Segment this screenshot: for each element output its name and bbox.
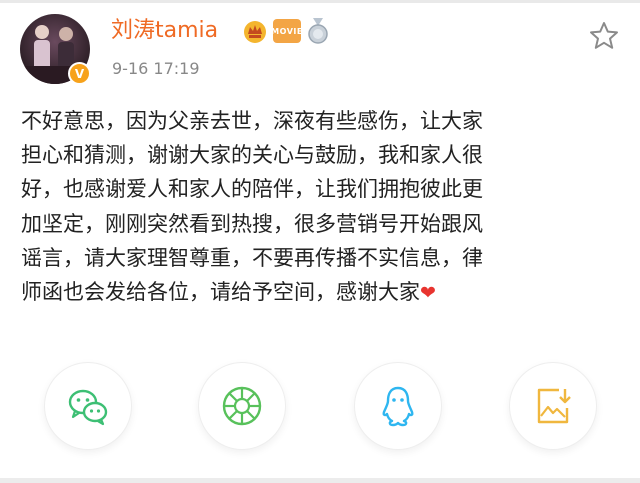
qq-icon [382,386,414,427]
medal-badge-icon [308,18,328,44]
save-image-icon [537,388,571,424]
heart-icon: ❤ [420,281,436,304]
post-line-text: 师函也会发给各位，请给予空间，感谢大家 [21,279,420,304]
post-timestamp: 9-16 17:19 [112,59,200,78]
top-divider [0,0,640,3]
favorite-star-icon[interactable] [588,20,620,52]
crown-badge-icon [244,21,266,43]
username[interactable]: 刘涛tamia [111,17,218,45]
share-qq-button[interactable] [354,362,442,450]
share-moments-button[interactable] [198,362,286,450]
post-text: 不好意思，因为父亲去世，深夜有些感伤，让大家 担心和猜测，谢谢大家的关心与鼓励，… [21,104,621,309]
bottom-divider [0,478,640,483]
user-badges: MOVIE [242,16,330,46]
moments-icon [222,386,262,426]
post-line: 师函也会发给各位，请给予空间，感谢大家❤ [21,275,621,309]
movie-badge-icon: MOVIE [271,19,302,43]
post-line: 好，也感谢爱人和家人的陪伴，让我们拥抱彼此更 [21,177,483,202]
share-bar [0,362,640,452]
wechat-icon [68,389,108,426]
post-line: 加坚定，刚刚突然看到热搜，很多营销号开始跟风 [21,211,483,236]
post-line: 担心和猜测，谢谢大家的关心与鼓励，我和家人很 [21,143,483,168]
post-line: 谣言，请大家理智尊重，不要再传播不实信息，律 [21,245,483,270]
verified-badge-icon: V [68,62,91,85]
save-image-button[interactable] [509,362,597,450]
share-wechat-button[interactable] [44,362,132,450]
post-line: 不好意思，因为父亲去世，深夜有些感伤，让大家 [21,109,483,133]
